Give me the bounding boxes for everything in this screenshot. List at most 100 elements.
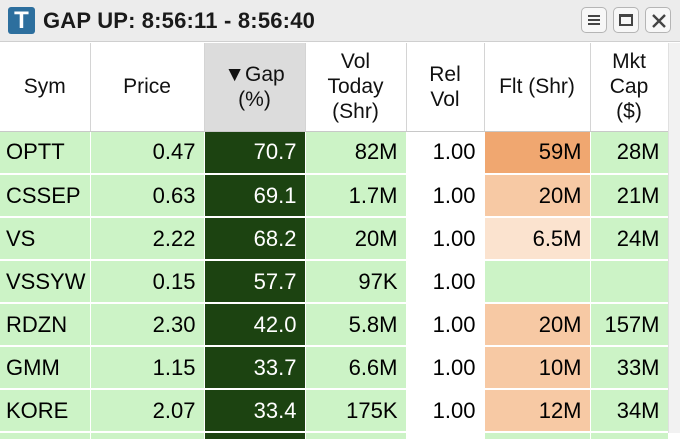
cell-sym: OPTT [0,131,91,175]
cell-sym: VS [0,217,91,261]
cell-sym: CSSEP [0,174,91,218]
cell-price: 0.47 [90,131,205,175]
cell-flt: 6.5M [484,217,591,261]
cell-rel: 1.00 [406,174,485,218]
column-header-gap[interactable]: ▼Gap (%) [204,43,306,132]
cell-price: 2.22 [90,217,205,261]
cell-partial [90,432,205,441]
cell-vol: 5.8M [305,303,407,347]
cell-mktcap: 157M [590,303,669,347]
column-header-label: Sym [23,75,66,99]
table-header-row: Sym Price ▼Gap (%) Vol Today (Shr) Rel Vol Flt (S… [0,43,669,132]
cell-flt: 10M [484,346,591,390]
table-row[interactable]: CSSEP 0.63 69.1 1.7M 1.00 20M 21M [0,174,669,218]
cell-price: 1.15 [90,346,205,390]
column-header-label: Price [123,75,171,99]
column-header-label: Rel [429,62,461,86]
column-header-sym[interactable]: Sym [0,43,91,132]
cell-gap: 69.1 [204,174,306,218]
cell-vol: 175K [305,389,407,433]
cell-rel: 1.00 [406,131,485,175]
table-row[interactable]: OPTT 0.47 70.7 82M 1.00 59M 28M [0,131,669,175]
column-header-vol[interactable]: Vol Today (Shr) [305,43,407,132]
cell-mktcap: 33M [590,346,669,390]
menu-button[interactable] [581,7,607,33]
cell-sym: KORE [0,389,91,433]
title-bar[interactable]: T GAP UP: 8:56:11 - 8:56:40 [0,0,680,42]
cell-gap: 68.2 [204,217,306,261]
column-header-label: Vol [430,87,460,111]
cell-partial [590,432,669,441]
column-header-label: ($) [616,100,642,124]
cell-rel: 1.00 [406,303,485,347]
cell-flt: 12M [484,389,591,433]
cell-partial [305,432,407,441]
cell-vol: 20M [305,217,407,261]
cell-flt [484,260,591,304]
cell-rel: 1.00 [406,346,485,390]
cell-vol: 82M [305,131,407,175]
column-header-label: Today [327,75,384,99]
cell-gap: 33.4 [204,389,306,433]
column-header-price[interactable]: Price [90,43,205,132]
cell-mktcap [590,260,669,304]
table-row[interactable]: VSSYW 0.15 57.7 97K 1.00 [0,260,669,304]
cell-sym: GMM [0,346,91,390]
gap-table-container: Sym Price ▼Gap (%) Vol Today (Shr) Rel Vol Flt (S… [0,43,680,441]
vertical-scrollbar[interactable] [668,43,680,433]
column-header-label: Mkt [612,50,646,74]
cell-mktcap: 21M [590,174,669,218]
cell-rel: 1.00 [406,217,485,261]
cell-price: 0.15 [90,260,205,304]
window-title-prefix: GAP UP: [43,8,136,33]
app-logo-icon: T [8,7,35,34]
column-header-label: Vol [340,50,371,74]
cell-partial [204,432,306,441]
table-body: OPTT 0.47 70.7 82M 1.00 59M 28M CSSEP 0.63 69.1 1.… [0,131,669,441]
cell-gap: 57.7 [204,260,306,304]
column-header-label: Cap [609,75,649,99]
cell-vol: 97K [305,260,407,304]
column-header-flt[interactable]: Flt (Shr) [484,43,591,132]
cell-price: 2.07 [90,389,205,433]
table-row[interactable]: VS 2.22 68.2 20M 1.00 6.5M 24M [0,217,669,261]
cell-price: 0.63 [90,174,205,218]
maximize-icon [619,14,633,26]
cell-flt: 59M [484,131,591,175]
cell-vol: 1.7M [305,174,407,218]
maximize-button[interactable] [613,7,639,33]
menu-icon [588,15,600,17]
cell-partial [406,432,485,441]
window-title: GAP UP: 8:56:11 - 8:56:40 [43,8,315,34]
cell-price: 2.30 [90,303,205,347]
column-header-rel[interactable]: Rel Vol [406,43,485,132]
window-title-time: 8:56:11 - 8:56:40 [141,8,316,33]
cell-rel: 1.00 [406,260,485,304]
gap-up-window: T GAP UP: 8:56:11 - 8:56:40 Sym Price ▼Gap(… [0,0,680,441]
cell-flt: 20M [484,174,591,218]
column-header-label: Flt (Shr) [499,75,575,99]
cell-vol: 6.6M [305,346,407,390]
table-row[interactable]: KORE 2.07 33.4 175K 1.00 12M 34M [0,389,669,433]
cell-rel: 1.00 [406,389,485,433]
cell-sym: RDZN [0,303,91,347]
table-row[interactable]: RDZN 2.30 42.0 5.8M 1.00 20M 157M [0,303,669,347]
close-icon [652,14,666,28]
close-button[interactable] [645,7,671,33]
cell-flt: 20M [484,303,591,347]
column-header-mktcap[interactable]: Mkt Cap ($) [590,43,669,132]
cell-partial [0,432,91,441]
cell-mktcap: 28M [590,131,669,175]
cell-gap: 33.7 [204,346,306,390]
cell-gap: 42.0 [204,303,306,347]
cell-mktcap: 34M [590,389,669,433]
cell-mktcap: 24M [590,217,669,261]
cell-sym: VSSYW [0,260,91,304]
gap-table: Sym Price ▼Gap (%) Vol Today (Shr) Rel Vol Flt (S… [0,43,669,441]
column-header-label: ▼Gap [224,62,285,86]
table-row[interactable]: GMM 1.15 33.7 6.6M 1.00 10M 33M [0,346,669,390]
column-header-label: (Shr) [332,100,379,124]
table-row-partial[interactable] [0,432,669,441]
column-header-label: (%) [238,87,271,111]
cell-gap: 70.7 [204,131,306,175]
